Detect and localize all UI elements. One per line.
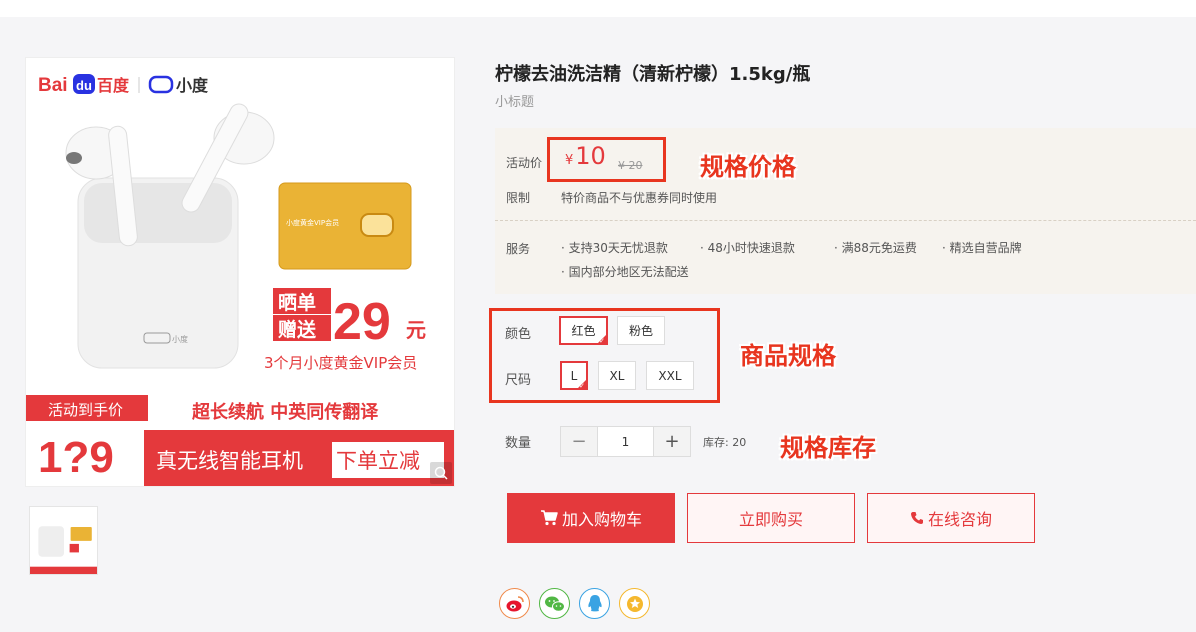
brand-baidu: Bai bbox=[38, 75, 68, 96]
favorite-icon bbox=[626, 595, 643, 612]
weibo-share-button[interactable] bbox=[499, 588, 530, 619]
add-to-cart-label: 加入购物车 bbox=[561, 510, 642, 529]
case-logo: 小度 bbox=[172, 334, 188, 344]
top-bar bbox=[0, 0, 1196, 17]
wechat-share-button[interactable] bbox=[539, 588, 570, 619]
product-name: 真无线智能耳机 bbox=[156, 449, 303, 473]
service-item: · 48小时快速退款 bbox=[700, 241, 795, 255]
service-item: · 精选自营品牌 bbox=[942, 241, 1022, 255]
price-label: 活动价 bbox=[506, 156, 543, 170]
zoom-icon bbox=[434, 466, 448, 480]
cta-text: 下单立减 bbox=[336, 449, 420, 473]
quantity-input[interactable]: 1 bbox=[597, 427, 654, 456]
service-item: · 国内部分地区无法配送 bbox=[561, 265, 689, 279]
main-product-image[interactable]: Bai du 百度 小度 小度 小度黄金VIP会员 晒单 赠送 29 元 3个月… bbox=[25, 57, 455, 487]
annotation-price-label: 规格价格 bbox=[700, 153, 796, 181]
phone-icon bbox=[910, 512, 923, 524]
promo-line1: 晒单 bbox=[278, 291, 316, 314]
qq-share-button[interactable] bbox=[579, 588, 610, 619]
service-item: · 支持30天无忧退款 bbox=[561, 241, 668, 255]
wechat-icon bbox=[544, 596, 565, 612]
service-item: · 满88元免运费 bbox=[834, 241, 917, 255]
cart-icon bbox=[540, 510, 558, 526]
product-title: 柠檬去油洗洁精（清新柠檬）1.5kg/瓶 bbox=[495, 64, 811, 85]
limit-text: 特价商品不与优惠券同时使用 bbox=[561, 191, 718, 205]
annotation-spec-box bbox=[489, 308, 720, 403]
price-big: 1?9 bbox=[38, 433, 114, 482]
promo-amount: 29 bbox=[333, 293, 391, 351]
product-subtitle: 小标题 bbox=[495, 95, 535, 110]
feature-text: 超长续航 中英同传翻译 bbox=[192, 401, 379, 423]
stock-count: 库存: 20 bbox=[703, 436, 747, 449]
buy-now-button[interactable]: 立即购买 bbox=[687, 493, 855, 543]
tag-text: 活动到手价 bbox=[48, 401, 123, 419]
favorite-button[interactable] bbox=[619, 588, 650, 619]
add-to-cart-button[interactable]: 加入购物车 bbox=[507, 493, 675, 543]
vip-text: 3个月小度黄金VIP会员 bbox=[264, 354, 417, 372]
weibo-icon bbox=[506, 595, 524, 611]
consult-label: 在线咨询 bbox=[927, 510, 992, 529]
quantity-plus-button[interactable]: + bbox=[654, 427, 690, 456]
buy-now-label: 立即购买 bbox=[738, 510, 803, 529]
promo-unit: 元 bbox=[406, 318, 426, 342]
brand-baidu-cn: 百度 bbox=[97, 76, 130, 95]
divider bbox=[495, 220, 1196, 221]
product-banner: Bai du 百度 小度 小度 小度黄金VIP会员 晒单 赠送 29 元 3个月… bbox=[26, 74, 454, 486]
service-label: 服务 bbox=[506, 242, 531, 256]
vip-card-text: 小度黄金VIP会员 bbox=[286, 218, 339, 227]
quantity-label: 数量 bbox=[505, 436, 532, 451]
thumbnail-image bbox=[30, 507, 97, 574]
annotation-stock-label: 规格库存 bbox=[780, 434, 876, 462]
promo-line2: 赠送 bbox=[278, 318, 317, 341]
check-icon: ✓ bbox=[599, 337, 605, 345]
zoom-button[interactable] bbox=[430, 462, 452, 484]
check-icon: ✓ bbox=[579, 382, 585, 390]
thumbnail-1[interactable] bbox=[29, 506, 98, 575]
brand-xiaodu: 小度 bbox=[176, 76, 209, 95]
consult-button[interactable]: 在线咨询 bbox=[867, 493, 1035, 543]
quantity-stepper: − 1 + bbox=[560, 426, 691, 457]
qq-icon bbox=[587, 594, 602, 611]
annotation-spec-label: 商品规格 bbox=[740, 342, 836, 370]
quantity-minus-button[interactable]: − bbox=[561, 427, 597, 456]
annotation-price-box bbox=[547, 137, 666, 182]
limit-label: 限制 bbox=[506, 191, 531, 205]
brand-du: du bbox=[76, 78, 92, 93]
